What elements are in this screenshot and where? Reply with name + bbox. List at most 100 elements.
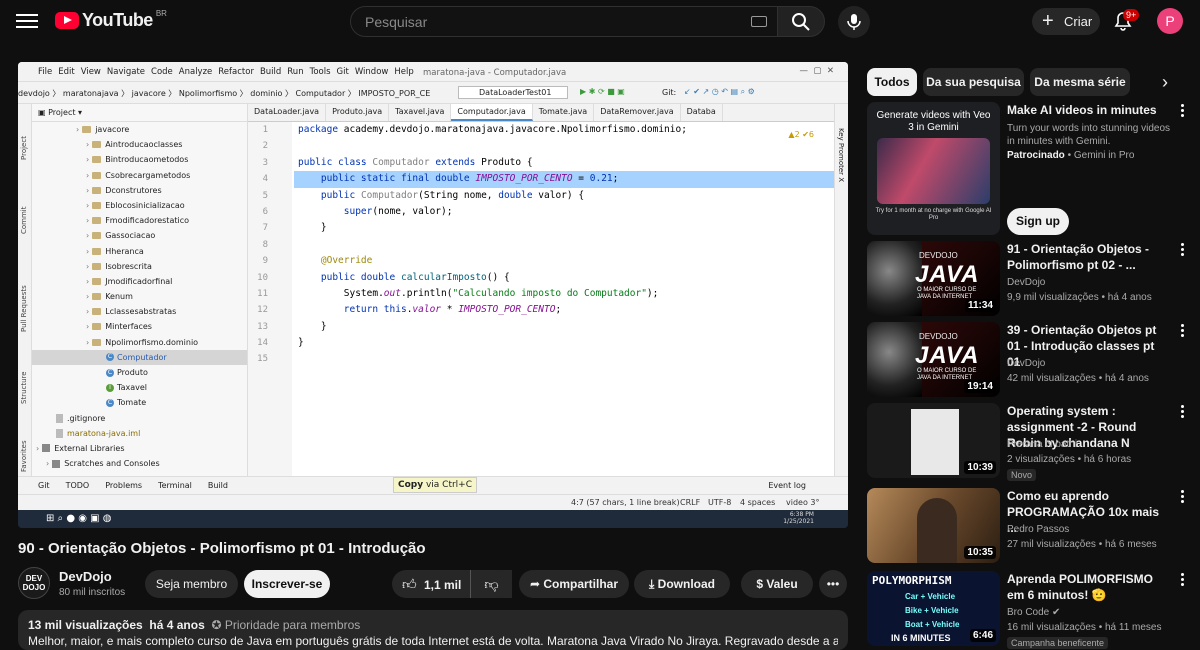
ide-menu-item: Window <box>354 66 389 77</box>
git-label: Git: <box>662 88 677 97</box>
channel-name[interactable]: Prerana N bathi <box>1007 439 1077 450</box>
channel-name[interactable]: DevDojo <box>59 569 112 584</box>
video-title[interactable]: 91 - Orientação Objetos - Polimorfismo p… <box>1007 241 1167 273</box>
create-button[interactable]: + Criar <box>1032 8 1100 35</box>
recommendation-card[interactable]: 10:35 Como eu aprendo PROGRAMAÇÃO 10x mai… <box>867 488 1187 566</box>
ad-thumbnail[interactable]: Generate videos with Veo 3 in Gemini Try… <box>867 102 1000 235</box>
ide-menu-item: Git <box>336 66 349 77</box>
more-options-icon[interactable] <box>1181 573 1185 587</box>
run-icon: ▶ ✱ ⟳ ■ ▣ <box>580 87 625 96</box>
status-branch: video 3° <box>786 498 820 507</box>
status-indent: 4 spaces <box>740 498 776 507</box>
more-options-icon[interactable] <box>1181 104 1185 118</box>
run-config-select: DataLoaderTest01 <box>458 86 569 99</box>
subscribe-button[interactable]: Inscrever-se <box>244 570 330 598</box>
video-title: 90 - Orientação Objetos - Polimorfismo p… <box>18 540 426 557</box>
ide-tab: Produto.java <box>326 104 390 121</box>
line-number: 3 <box>262 157 268 168</box>
keyboard-icon[interactable] <box>751 16 767 27</box>
chevron-right-icon: › <box>86 140 90 150</box>
code-line: public double calcularImposto() { <box>320 271 510 283</box>
view-count: 13 mil visualizações <box>28 618 143 632</box>
code-line: } <box>298 222 327 234</box>
logo-text: YouTube <box>82 10 153 30</box>
ad-card[interactable]: Generate videos with Veo 3 in Gemini Try… <box>867 102 1187 242</box>
channel-avatar[interactable]: DEV DOJO <box>18 567 50 599</box>
ad-thumb-foot: Try for 1 month at no charge with Google… <box>875 208 992 221</box>
bottom-tab: Terminal <box>158 481 192 490</box>
recommendation-card[interactable]: DEVDOJO JAVA O MAIOR CURSO DE JAVA DA INTE… <box>867 322 1187 400</box>
ide-menu-item: View <box>80 66 101 77</box>
ide-menu-item: Refactor <box>218 66 254 77</box>
folder-icon <box>92 217 102 225</box>
tree-item-label: Tomate <box>117 398 147 408</box>
more-options-icon[interactable] <box>1181 243 1185 257</box>
recommendation-card[interactable]: 10:39 Operating system : assignment -2 - … <box>867 403 1187 481</box>
ide-status-bar: 4:7 (57 chars, 1 line break) CRLF UTF-8 … <box>18 494 848 510</box>
menu-icon[interactable] <box>16 10 38 32</box>
chip-todos[interactable]: Todos <box>867 68 917 96</box>
video-thumbnail[interactable]: POLYMORPHISM Car + Vehicle Bike + Vehicle B… <box>867 571 1000 646</box>
code-line: } <box>298 320 327 332</box>
channel-name[interactable]: Bro Code ✔ <box>1007 607 1060 618</box>
thanks-button[interactable]: $ Valeu <box>741 570 813 598</box>
line-number: 8 <box>262 239 268 250</box>
video-thumbnail[interactable]: DEVDOJO JAVA O MAIOR CURSO DE JAVA DA INTE… <box>867 241 1000 316</box>
youtube-logo[interactable]: YouTube BR <box>55 9 167 31</box>
thumb-person <box>917 498 957 563</box>
tree-item-label: Isobrescrita <box>105 261 152 271</box>
thumb-brand: DEVDOJO <box>919 251 958 260</box>
ide-menu-item: Navigate <box>106 66 146 77</box>
tree-item: › Minterfaces <box>32 319 247 334</box>
more-options-icon[interactable] <box>1181 405 1185 419</box>
description-box[interactable]: 13 mil visualizações há 4 anos ✪ Priorid… <box>18 610 848 650</box>
video-thumbnail[interactable]: 10:35 <box>867 488 1000 563</box>
description-text: Melhor, maior, e mais completo curso de … <box>28 634 838 648</box>
tree-item: › Gassociacao <box>32 228 247 243</box>
folder-icon <box>92 186 102 194</box>
tree-item-label: Produto <box>117 368 148 377</box>
thumbs-up-icon: 👍︎ <box>402 576 417 592</box>
search-input[interactable]: Pesquisar <box>350 6 778 37</box>
share-button[interactable]: ➦ Compartilhar <box>519 570 629 598</box>
search-button[interactable] <box>777 6 825 37</box>
video-thumbnail[interactable]: DEVDOJO JAVA O MAIOR CURSO DE JAVA DA INTE… <box>867 322 1000 397</box>
chip-da-mesma-serie[interactable]: Da mesma série <box>1030 68 1130 96</box>
more-options-icon[interactable] <box>1181 324 1185 338</box>
thumb-figure <box>867 322 922 397</box>
video-player[interactable]: File Edit View Navigate Code Analyze Ref… <box>18 62 848 528</box>
recommendation-card[interactable]: DEVDOJO JAVA O MAIOR CURSO DE JAVA DA INTE… <box>867 241 1187 319</box>
ide-editor-tabs: DataLoader.java Produto.java Taxavel.jav… <box>248 104 848 122</box>
dislike-button[interactable]: 👎︎ <box>470 570 512 598</box>
video-thumbnail[interactable]: 10:39 <box>867 403 1000 478</box>
breadcrumb-item: Npolimorfismo <box>178 89 238 98</box>
ide-strip-label: Project <box>20 136 28 160</box>
tree-item-label: Computador <box>117 352 167 362</box>
channel-name[interactable]: DevDojo <box>1007 358 1045 369</box>
thumb-java-word: JAVA <box>915 342 980 369</box>
priority-icon: ✪ <box>211 618 222 632</box>
chips-next-chevron-icon[interactable]: › <box>1150 68 1180 96</box>
video-title[interactable]: Aprenda POLIMORFISMO em 6 minutos! 🫡 <box>1007 571 1167 603</box>
more-actions-button[interactable]: ••• <box>819 570 847 598</box>
line-number: 10 <box>257 272 268 283</box>
channel-name[interactable]: DevDojo <box>1007 277 1045 288</box>
recommendation-card[interactable]: POLYMORPHISM Car + Vehicle Bike + Vehicle B… <box>867 571 1187 649</box>
chip-da-sua-pesquisa[interactable]: Da sua pesquisa <box>923 68 1024 96</box>
download-label: Download <box>657 577 715 591</box>
download-button[interactable]: ⤓ Download <box>634 570 730 598</box>
line-number: 1 <box>262 125 268 135</box>
tree-item-label: Kenum <box>105 292 133 302</box>
voice-search-button[interactable] <box>838 6 870 38</box>
join-button[interactable]: Seja membro <box>145 570 238 598</box>
more-options-icon[interactable] <box>1181 490 1185 504</box>
account-avatar[interactable]: P <box>1157 8 1183 34</box>
channel-name[interactable]: Pedro Passos <box>1007 524 1069 535</box>
ad-signup-button[interactable]: Sign up <box>1007 208 1069 235</box>
ad-title[interactable]: Make AI videos in minutes <box>1007 102 1167 118</box>
code-line: return this.valor * IMPOSTO_POR_CENTO; <box>343 304 562 316</box>
ide-tab: Databa <box>681 104 723 121</box>
thumb-brand: DEVDOJO <box>919 332 958 341</box>
tree-item: I Taxavel <box>32 380 247 395</box>
